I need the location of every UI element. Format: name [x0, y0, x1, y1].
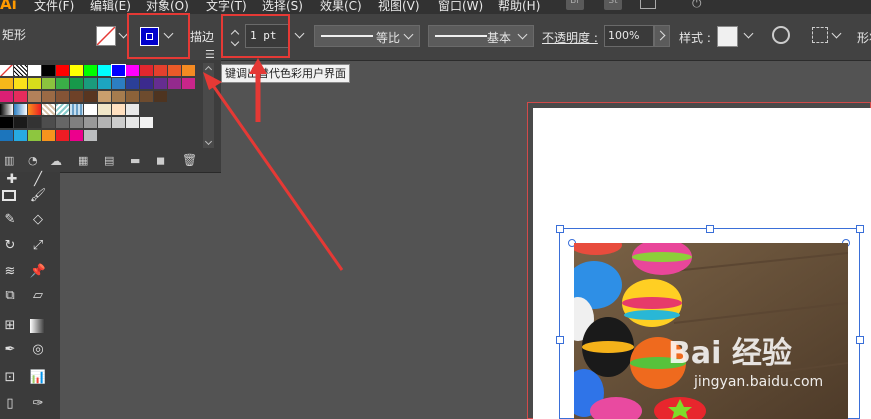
arrow-to-stroke-weight [249, 58, 267, 122]
arrow-to-stroke-swatch [203, 72, 344, 271]
annotation-arrows [203, 58, 344, 271]
